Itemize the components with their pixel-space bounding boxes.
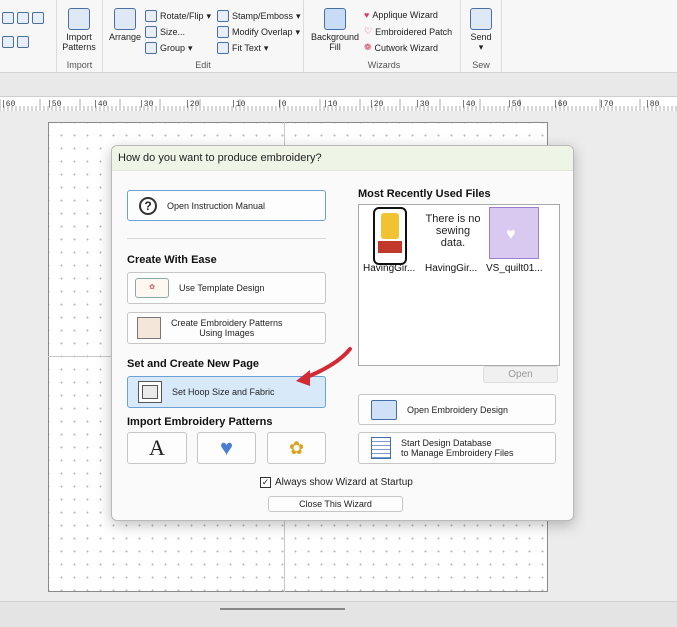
ribbon-group-wizards: Background Fill ♥ Applique Wizard ♡ Embroi… (308, 0, 461, 72)
use-template-button[interactable]: ✿ Use Template Design (127, 272, 326, 304)
import-icon (68, 8, 90, 30)
ruler-label: |70 (599, 100, 614, 109)
background-fill-button[interactable]: Background Fill (310, 8, 360, 52)
rotate-flip-button[interactable]: Rotate/Flip ▾ (145, 10, 211, 22)
open-design-button[interactable]: Open Embroidery Design (358, 394, 556, 425)
group-label-wizards: Wizards (367, 60, 401, 70)
ruler-label: |60 (553, 100, 568, 109)
rotate-icon (145, 10, 157, 22)
ruler-label: |40 (461, 100, 476, 109)
red-arrow-annotation (296, 347, 352, 386)
open-button[interactable]: Open (483, 366, 558, 383)
create-with-ease-heading: Create With Ease (127, 254, 217, 266)
horizontal-ruler: |60 |50 |40 |30 |20 |10 |0 |10 |20 |30 |40 |50 |60 |7… (0, 96, 677, 112)
group-label-sew: Sew (472, 60, 490, 70)
ruler-label: |30 (139, 100, 154, 109)
send-button[interactable]: Send ▾ (465, 8, 497, 52)
ruler-label: |80 (645, 100, 660, 109)
link-icon[interactable] (2, 36, 29, 48)
group-icon (145, 42, 157, 54)
ruler-label: |40 (93, 100, 108, 109)
arrange-button[interactable]: Arrange (107, 8, 143, 42)
cutwork-icon: ❁ (364, 42, 372, 52)
create-from-images-button[interactable]: Create Embroidery Patterns Using Images (127, 312, 326, 344)
stamp-icon (217, 10, 229, 22)
zoom-icon[interactable] (2, 12, 44, 24)
stamp-emboss-button[interactable]: Stamp/Emboss ▾ (217, 10, 301, 22)
embroidered-patch-button[interactable]: ♡ Embroidered Patch (364, 26, 452, 37)
ribbon-group-sew: Send ▾ Sew (461, 0, 502, 72)
import-heading: Import Embroidery Patterns (127, 416, 273, 428)
set-create-heading: Set and Create New Page (127, 358, 260, 370)
import-design-button[interactable]: ✿ (267, 432, 326, 464)
ruler-label: |50 (507, 100, 522, 109)
send-icon (470, 8, 492, 30)
import-shape-button[interactable]: ♥ (197, 432, 256, 464)
mru-caption[interactable]: HavingGir... (425, 263, 477, 274)
mru-thumbnail[interactable]: ♥ (489, 207, 539, 259)
ruler-label: |10 (323, 100, 338, 109)
close-wizard-button[interactable]: Close This Wizard (268, 496, 403, 512)
group-label-import: Import (66, 60, 93, 70)
ruler-label: |0 (277, 100, 287, 109)
hoop-icon (138, 381, 162, 403)
fit-text-button[interactable]: Fit Text ▾ (217, 42, 268, 54)
group-button[interactable]: Group ▾ (145, 42, 193, 54)
design-database-button[interactable]: Start Design Database to Manage Embroide… (358, 432, 556, 464)
ribbon-group-edit: Arrange Rotate/Flip ▾ Size... Group ▾ St… (103, 0, 304, 72)
heart-icon: ♥ (364, 10, 370, 20)
sunflower-icon: ✿ (288, 437, 305, 458)
open-manual-button[interactable]: ? Open Instruction Manual (127, 190, 326, 221)
cutwork-wizard-button[interactable]: ❁ Cutwork Wizard (364, 42, 438, 53)
ruler-label: |10 (231, 100, 246, 109)
mru-file-list[interactable]: There is no sewing data. ♥ HavingGir... … (358, 204, 560, 366)
ruler-label: |60 (1, 100, 16, 109)
modify-overlap-button[interactable]: Modify Overlap ▾ (217, 26, 300, 38)
ribbon: Import Patterns Import Arrange Rotate/Fl… (0, 0, 677, 73)
folder-icon (371, 399, 397, 420)
always-show-checkbox[interactable]: ✓ Always show Wizard at Startup (260, 477, 413, 488)
arrange-icon (114, 8, 136, 30)
database-icon (371, 437, 391, 459)
ruler-label: |20 (185, 100, 200, 109)
divider (127, 238, 326, 239)
mru-caption[interactable]: VS_quilt01... (486, 263, 543, 274)
import-text-button[interactable]: A (127, 432, 187, 464)
overlap-icon (217, 26, 229, 38)
startup-wizard-dialog: How do you want to produce embroidery? ?… (111, 145, 574, 521)
group-label-edit: Edit (195, 60, 211, 70)
ruler-label: |20 (369, 100, 384, 109)
applique-wizard-button[interactable]: ♥ Applique Wizard (364, 10, 438, 20)
size-icon (145, 26, 157, 38)
mru-no-data-text: There is no sewing data. (425, 213, 481, 249)
import-patterns-button[interactable]: Import Patterns (59, 8, 99, 52)
size-button[interactable]: Size... (145, 26, 185, 38)
template-icon: ✿ (135, 278, 169, 298)
mru-heading: Most Recently Used Files (358, 188, 491, 200)
status-bar (0, 601, 677, 627)
background-fill-icon (324, 8, 346, 30)
fit-text-icon (217, 42, 229, 54)
dialog-title: How do you want to produce embroidery? (118, 152, 322, 164)
image-icon (137, 317, 161, 339)
resize-handle[interactable] (220, 608, 345, 610)
letter-a-icon: A (149, 435, 165, 460)
heart-outline-icon: ♡ (364, 26, 373, 36)
ribbon-group-partial (0, 0, 57, 72)
ribbon-group-import: Import Patterns Import (57, 0, 103, 72)
checkbox-checked-icon: ✓ (260, 477, 271, 488)
ruler-label: |30 (415, 100, 430, 109)
help-icon: ? (139, 196, 157, 215)
mru-thumbnail[interactable] (373, 207, 407, 265)
mru-caption[interactable]: HavingGir... (363, 263, 415, 274)
ruler-label: |50 (47, 100, 62, 109)
heart-star-icon: ♥ (219, 435, 234, 460)
dialog-title-bar: How do you want to produce embroidery? (112, 146, 573, 171)
